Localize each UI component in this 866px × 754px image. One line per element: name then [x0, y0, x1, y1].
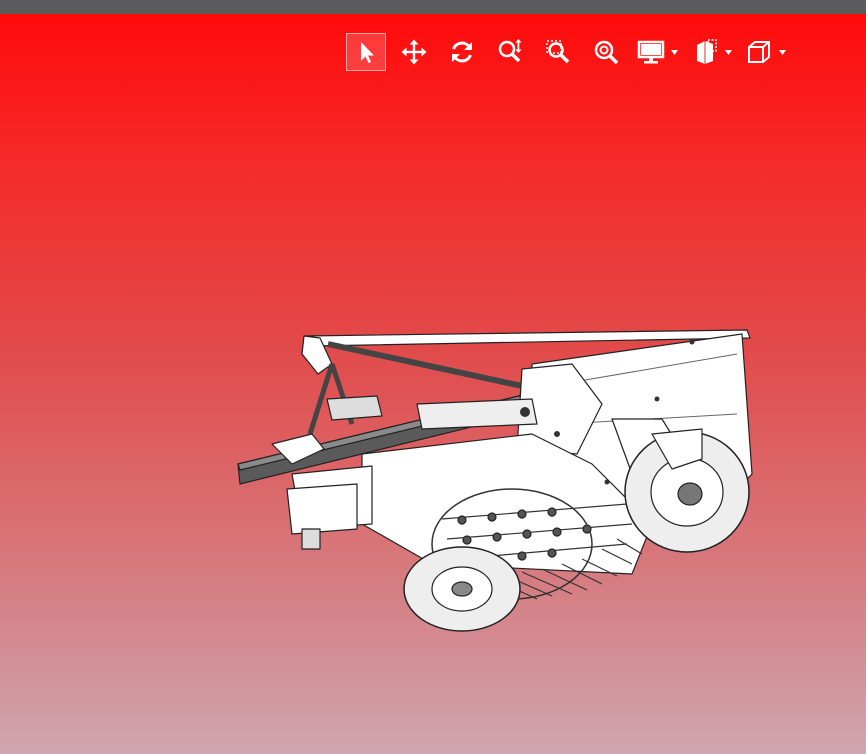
rotate-icon [452, 41, 472, 63]
zoom-tool-button[interactable] [490, 33, 530, 71]
display-style-dropdown[interactable] [668, 42, 680, 62]
monitor-icon [637, 40, 665, 64]
section-view-dropdown[interactable] [722, 42, 734, 62]
section-view-icon [697, 39, 717, 64]
select-tool-button[interactable] [346, 33, 386, 71]
move-arrows-icon [401, 39, 427, 65]
view-toolbar [346, 32, 796, 72]
section-view-button[interactable] [688, 33, 722, 71]
chevron-down-icon [724, 49, 732, 55]
zoom-window-icon [546, 40, 570, 64]
chevron-down-icon [670, 49, 678, 55]
display-style-group [634, 33, 680, 71]
view-orientation-button[interactable] [742, 33, 776, 71]
zoom-updown-icon [498, 39, 522, 63]
window-title-bar [0, 0, 866, 14]
zoom-fit-icon [594, 40, 619, 65]
zoom-window-button[interactable] [538, 33, 578, 71]
view-orientation-group [742, 33, 788, 71]
cursor-arrow-icon [361, 42, 374, 63]
3d-viewport[interactable] [0, 14, 866, 754]
view-orientation-dropdown[interactable] [776, 42, 788, 62]
display-style-button[interactable] [634, 33, 668, 71]
rotate-tool-button[interactable] [442, 33, 482, 71]
chevron-down-icon [778, 49, 786, 55]
pan-tool-button[interactable] [394, 33, 434, 71]
hay-rake-model[interactable] [232, 324, 777, 639]
section-view-group [688, 33, 734, 71]
zoom-fit-button[interactable] [586, 33, 626, 71]
cube-view-icon [748, 41, 770, 63]
